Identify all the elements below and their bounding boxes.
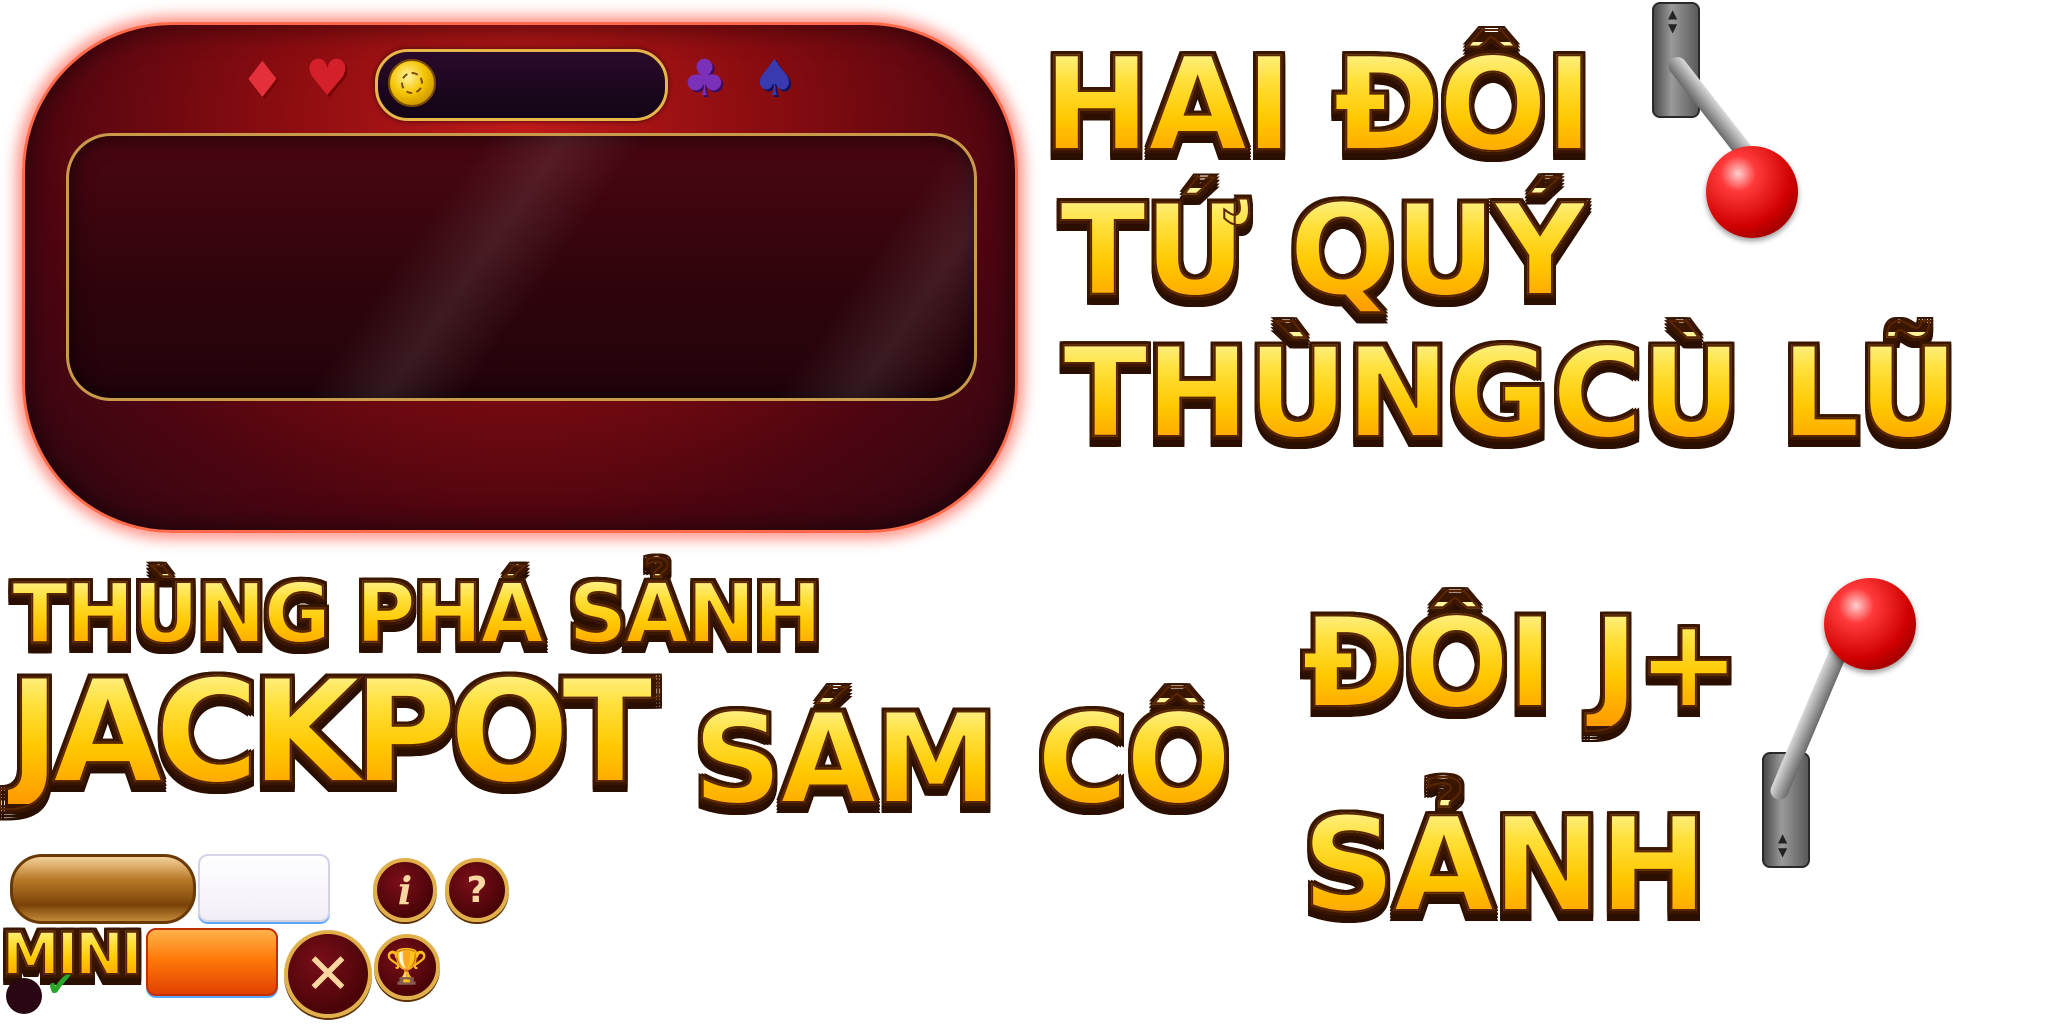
heart-icon: ♥	[305, 49, 350, 107]
felt-glare	[732, 136, 974, 398]
diamond-icon: ♦	[240, 51, 285, 109]
arrow-up-icon: ▲	[1668, 7, 1678, 21]
spin-lever-ball[interactable]	[1706, 146, 1798, 238]
spin-lever-ball[interactable]	[1824, 578, 1916, 670]
trophy-icon: 🏆	[385, 947, 429, 987]
label-thung-pha-sanh: THÙNG PHÁ SẢNH	[11, 567, 823, 662]
spade-icon: ♠	[752, 49, 797, 107]
question-icon: ?	[466, 869, 488, 911]
arrow-down-icon: ▼	[1778, 845, 1788, 859]
felt-glare	[262, 136, 676, 398]
label-sam-co: SÁM CÔ	[692, 688, 1232, 832]
gold-coin-icon	[388, 59, 436, 107]
info-icon: i	[397, 867, 413, 913]
label-hai-doi: HAI ĐÔI	[1042, 31, 1594, 180]
close-button[interactable]: ✕	[284, 930, 372, 1018]
info-button[interactable]: i	[373, 858, 437, 922]
label-jackpot: JACKPOT	[7, 650, 660, 815]
white-pill-button[interactable]	[198, 854, 330, 922]
help-button[interactable]: ?	[445, 858, 509, 922]
status-dot	[6, 978, 42, 1014]
table-felt-area	[66, 133, 977, 401]
gold-pill-button[interactable]	[10, 854, 196, 924]
club-icon: ♣	[682, 49, 727, 107]
trophy-button[interactable]: 🏆	[374, 934, 440, 1000]
label-sanh: SẢNH	[1301, 789, 1709, 941]
arrow-up-icon: ▲	[1778, 831, 1788, 845]
label-thung: THÙNG	[1062, 322, 1551, 466]
label-doi-j: ĐÔI J+	[1301, 592, 1742, 736]
close-icon: ✕	[304, 941, 352, 1007]
check-icon: ✔	[46, 965, 75, 1005]
orange-pill-button[interactable]	[146, 928, 278, 996]
label-cu-lu: CÙ LŨ	[1551, 322, 1960, 466]
label-tu-quy: TỨ QUÝ	[1059, 177, 1587, 324]
arrow-down-icon: ▼	[1668, 21, 1678, 35]
